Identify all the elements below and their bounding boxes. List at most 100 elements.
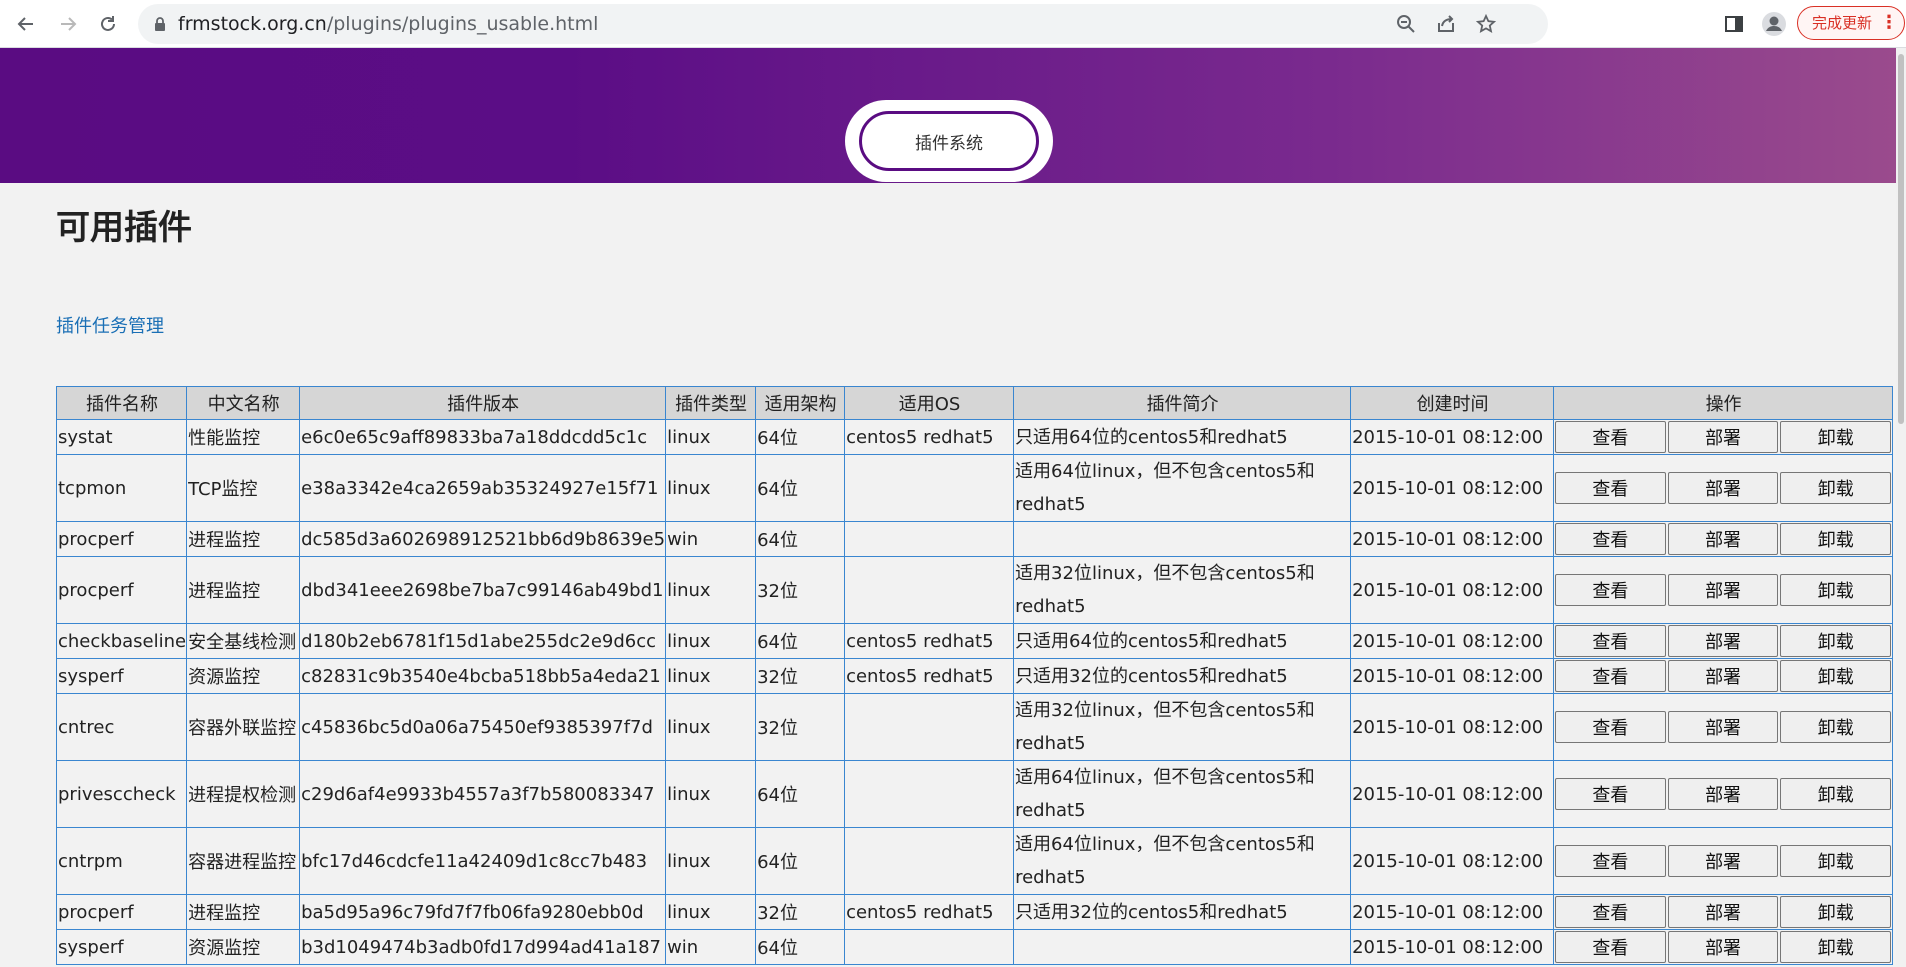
view-button[interactable]: 查看 (1555, 625, 1666, 657)
created-time-cell: 2015-10-01 08:12:00 (1350, 454, 1555, 522)
scrollbar-thumb[interactable] (1898, 54, 1904, 424)
view-button[interactable]: 查看 (1555, 711, 1666, 743)
chinese-name-cell: 资源监控 (186, 929, 301, 965)
uninstall-button[interactable]: 卸载 (1780, 931, 1892, 963)
plugin-system-button[interactable]: 插件系统 (859, 111, 1039, 171)
deploy-button[interactable]: 部署 (1667, 711, 1779, 743)
plugin-name-cell: systat (55, 419, 188, 455)
type-cell: linux (665, 658, 757, 694)
plugin-name-cell: cntrpm (55, 827, 188, 895)
uninstall-button[interactable]: 卸载 (1780, 625, 1892, 657)
arch-cell: 64位 (755, 521, 846, 557)
version-cell: d180b2eb6781f15d1abe255dc2e9d6cc (299, 623, 667, 659)
plugin-name-cell: sysperf (55, 929, 188, 965)
view-button[interactable]: 查看 (1555, 778, 1666, 810)
view-button[interactable]: 查看 (1555, 660, 1666, 692)
uninstall-button[interactable]: 卸载 (1780, 421, 1892, 453)
os-cell (844, 521, 1015, 557)
uninstall-button[interactable]: 卸载 (1780, 523, 1892, 555)
actions-cell: 查看 部署 卸载 (1553, 760, 1894, 828)
view-button[interactable]: 查看 (1555, 523, 1666, 555)
back-arrow-icon[interactable] (10, 8, 42, 40)
deploy-button[interactable]: 部署 (1667, 845, 1779, 877)
address-bar[interactable]: frmstock.org.cn/plugins/plugins_usable.h… (138, 4, 1548, 44)
deploy-button[interactable]: 部署 (1667, 896, 1779, 928)
table-row: cntrpm 容器进程监控 bfc17d46cdcfe11a42409d1c8cc7… (55, 827, 1894, 895)
chinese-name-cell: TCP监控 (186, 454, 301, 522)
uninstall-button[interactable]: 卸载 (1780, 896, 1892, 928)
column-header: 插件名称 (55, 386, 188, 420)
menu-dots-icon[interactable]: ⋮ (1880, 7, 1898, 39)
header-banner: 插件系统 (0, 48, 1896, 183)
reload-icon[interactable] (92, 8, 124, 40)
profile-avatar-icon[interactable] (1758, 8, 1790, 40)
view-button[interactable]: 查看 (1555, 574, 1666, 606)
zoom-icon[interactable] (1390, 8, 1422, 40)
type-cell: linux (665, 454, 757, 522)
type-cell: win (665, 929, 757, 965)
os-cell (844, 454, 1015, 522)
deploy-button[interactable]: 部署 (1667, 472, 1779, 504)
os-cell: centos5 redhat5 (844, 894, 1015, 930)
type-cell: linux (665, 419, 757, 455)
uninstall-button[interactable]: 卸载 (1780, 574, 1892, 606)
page-scrollbar[interactable] (1896, 48, 1906, 967)
table-row: cntrec 容器外联监控 c45836bc5d0a06a75450ef938539… (55, 693, 1894, 761)
update-button[interactable]: 完成更新 ⋮ (1797, 6, 1905, 40)
view-button[interactable]: 查看 (1555, 845, 1666, 877)
plugin-name-cell: procperf (55, 521, 188, 557)
arch-cell: 64位 (755, 454, 846, 522)
type-cell: linux (665, 693, 757, 761)
deploy-button[interactable]: 部署 (1667, 778, 1779, 810)
plugin-name-cell: tcpmon (55, 454, 188, 522)
column-header: 适用OS (844, 386, 1015, 420)
created-time-cell: 2015-10-01 08:12:00 (1350, 894, 1555, 930)
uninstall-button[interactable]: 卸载 (1780, 660, 1892, 692)
chinese-name-cell: 进程监控 (186, 894, 301, 930)
description-cell (1013, 521, 1352, 557)
uninstall-button[interactable]: 卸载 (1780, 778, 1892, 810)
actions-cell: 查看 部署 卸载 (1553, 827, 1894, 895)
created-time-cell: 2015-10-01 08:12:00 (1350, 556, 1555, 624)
actions-cell: 查看 部署 卸载 (1553, 894, 1894, 930)
forward-arrow-icon[interactable] (52, 8, 84, 40)
url-text[interactable]: frmstock.org.cn/plugins/plugins_usable.h… (178, 4, 598, 44)
page-title: 可用插件 (56, 208, 192, 248)
uninstall-button[interactable]: 卸载 (1780, 711, 1892, 743)
description-cell: 只适用64位的centos5和redhat5 (1013, 419, 1352, 455)
table-row: procperf 进程监控 dc585d3a602698912521bb6d9b86… (55, 521, 1894, 557)
created-time-cell: 2015-10-01 08:12:00 (1350, 521, 1555, 557)
arch-cell: 64位 (755, 760, 846, 828)
version-cell: ba5d95a96c79fd7f7fb06fa9280ebb0d (299, 894, 667, 930)
version-cell: c29d6af4e9933b4557a3f7b580083347 (299, 760, 667, 828)
deploy-button[interactable]: 部署 (1667, 931, 1779, 963)
share-icon[interactable] (1430, 8, 1462, 40)
type-cell: linux (665, 623, 757, 659)
browser-toolbar: frmstock.org.cn/plugins/plugins_usable.h… (0, 0, 1906, 48)
chinese-name-cell: 安全基线检测 (186, 623, 301, 659)
side-panel-icon[interactable] (1718, 8, 1750, 40)
created-time-cell: 2015-10-01 08:12:00 (1350, 658, 1555, 694)
description-cell: 适用64位linux，但不包含centos5和redhat5 (1013, 827, 1352, 895)
plugin-task-link[interactable]: 插件任务管理 (56, 312, 164, 338)
uninstall-button[interactable]: 卸载 (1780, 845, 1892, 877)
view-button[interactable]: 查看 (1555, 421, 1666, 453)
created-time-cell: 2015-10-01 08:12:00 (1350, 827, 1555, 895)
uninstall-button[interactable]: 卸载 (1780, 472, 1892, 504)
description-cell: 适用64位linux，但不包含centos5和redhat5 (1013, 454, 1352, 522)
deploy-button[interactable]: 部署 (1667, 660, 1779, 692)
deploy-button[interactable]: 部署 (1667, 523, 1779, 555)
table-row: systat 性能监控 e6c0e65c9aff89833ba7a18ddcdd5c… (55, 419, 1894, 455)
version-cell: e6c0e65c9aff89833ba7a18ddcdd5c1c (299, 419, 667, 455)
deploy-button[interactable]: 部署 (1667, 625, 1779, 657)
chinese-name-cell: 性能监控 (186, 419, 301, 455)
bookmark-star-icon[interactable] (1470, 8, 1502, 40)
view-button[interactable]: 查看 (1555, 472, 1666, 504)
view-button[interactable]: 查看 (1555, 896, 1666, 928)
description-cell: 只适用64位的centos5和redhat5 (1013, 623, 1352, 659)
created-time-cell: 2015-10-01 08:12:00 (1350, 419, 1555, 455)
deploy-button[interactable]: 部署 (1667, 574, 1779, 606)
deploy-button[interactable]: 部署 (1667, 421, 1779, 453)
view-button[interactable]: 查看 (1555, 931, 1666, 963)
lock-icon[interactable] (152, 16, 168, 32)
